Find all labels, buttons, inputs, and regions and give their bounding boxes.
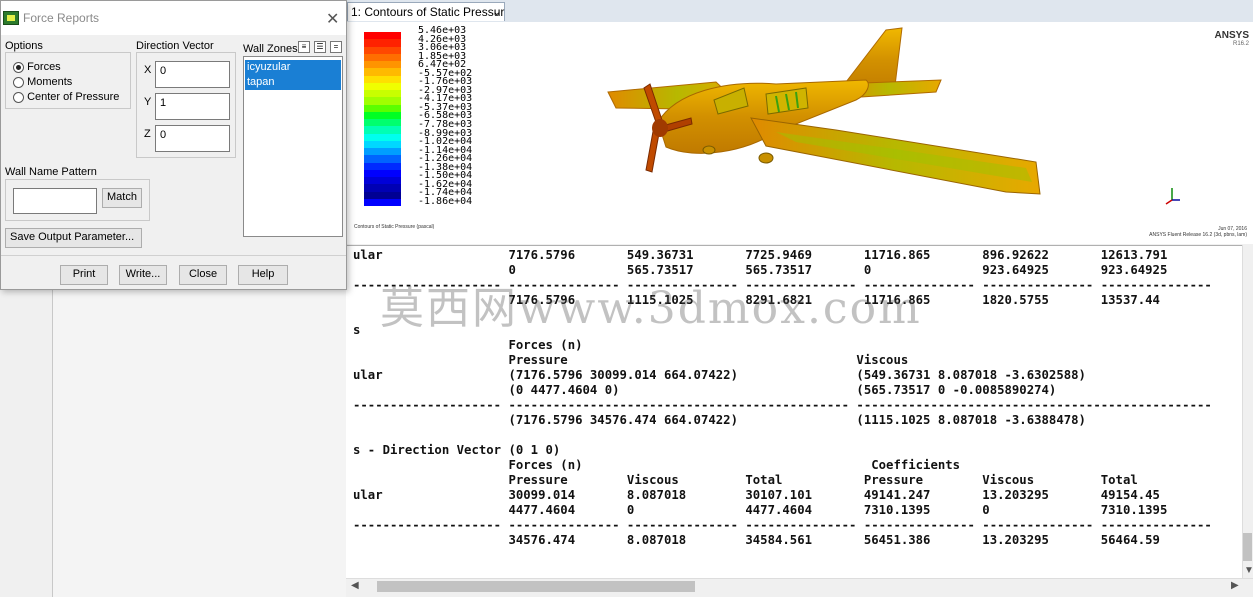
legend-swatch	[364, 75, 401, 83]
legend-swatch	[364, 162, 401, 170]
watermark: 莫西网www.3dmox.com	[380, 283, 922, 334]
axis-x-label: X	[144, 64, 152, 76]
match-button[interactable]: Match	[102, 188, 142, 208]
ansys-version: R16.2	[1232, 41, 1249, 47]
radio-moments-label: Moments	[27, 76, 73, 89]
radio-button[interactable]	[13, 91, 24, 103]
wall-name-pattern-label: Wall Name Pattern	[5, 166, 97, 178]
horizontal-scroll-thumb[interactable]	[377, 581, 695, 592]
legend-swatch	[364, 97, 401, 105]
legend-swatch	[364, 39, 401, 47]
list-item[interactable]: icyuzular	[245, 60, 341, 75]
help-button[interactable]: Help	[238, 265, 288, 285]
chevron-down-icon[interactable]: ⌄	[493, 3, 501, 22]
ansys-logo-text: ANSYS	[1214, 30, 1249, 41]
force-reports-dialog: Force Reports ✕ Options Forces Moments C…	[0, 0, 347, 290]
dialog-title: Force Reports	[23, 11, 100, 25]
direction-vector-label: Direction Vector	[136, 40, 214, 52]
legend-swatch	[364, 184, 401, 192]
list-item[interactable]: tapan	[245, 75, 341, 90]
close-icon[interactable]: ✕	[326, 9, 339, 29]
contour-caption: Contours of Static Pressure (pascal)	[354, 224, 435, 230]
scroll-down-icon[interactable]: ▼	[1244, 565, 1253, 576]
direction-z-field[interactable]: 0	[155, 125, 230, 152]
legend-swatch	[364, 191, 401, 199]
tree-panel	[52, 290, 346, 597]
filter-icon[interactable]: =	[330, 41, 342, 53]
graphics-footer: Jun 07, 2016 ANSYS Fluent Release 16.2 (…	[1149, 226, 1247, 238]
legend-swatch	[364, 82, 401, 90]
tab-graphics-window[interactable]: 1: Contours of Static Pressur ⌄	[347, 2, 505, 21]
legend-swatch	[364, 148, 401, 156]
legend-swatch	[364, 53, 401, 61]
legend-swatch	[364, 104, 401, 112]
axis-y-label: Y	[144, 96, 152, 108]
close-button[interactable]: Close	[179, 265, 227, 285]
select-all-icon[interactable]: ≡	[298, 41, 310, 53]
scroll-right-icon[interactable]: ▶	[1231, 580, 1239, 591]
legend-label: -1.86e+04	[418, 195, 473, 207]
radio-forces-label: Forces	[27, 61, 61, 74]
radio-moments[interactable]: Moments	[13, 76, 72, 88]
radio-center-of-pressure[interactable]: Center of Pressure	[13, 91, 119, 103]
options-label: Options	[5, 40, 43, 52]
fluent-app-icon	[3, 11, 19, 25]
legend-swatch	[364, 126, 401, 134]
legend-swatch	[364, 169, 401, 177]
legend-swatch	[364, 155, 401, 163]
save-output-parameter-button[interactable]: Save Output Parameter...	[5, 228, 142, 248]
legend-swatch	[364, 198, 401, 206]
wall-zones-label: Wall Zones	[243, 43, 298, 55]
deselect-all-icon[interactable]: ☰	[314, 41, 326, 53]
colormap-legend-labels: 5.46e+03 4.26e+03 3.06e+03 1.85e+03 6.47e+02…	[418, 26, 488, 207]
axis-z-label: Z	[144, 128, 151, 140]
legend-swatch	[364, 32, 401, 40]
legend-swatch	[364, 46, 401, 54]
vertical-scroll-thumb[interactable]	[1243, 533, 1252, 561]
direction-x-field[interactable]: 0	[155, 61, 230, 88]
legend-swatch	[364, 61, 401, 69]
colormap-legend	[364, 32, 401, 206]
radio-forces[interactable]: Forces	[13, 61, 61, 73]
write-button[interactable]: Write...	[119, 265, 167, 285]
legend-swatch	[364, 133, 401, 141]
tab-graphics-label: 1: Contours of Static Pressur	[351, 5, 505, 19]
radio-button-selected[interactable]	[13, 61, 24, 73]
wall-zones-list[interactable]: icyuzular tapan	[243, 56, 343, 237]
legend-swatch	[364, 119, 401, 127]
legend-swatch	[364, 111, 401, 119]
scroll-left-icon[interactable]: ◀	[351, 580, 359, 591]
legend-swatch	[364, 177, 401, 185]
radio-button[interactable]	[13, 76, 24, 88]
wall-name-pattern-input[interactable]	[13, 188, 97, 214]
legend-swatch	[364, 90, 401, 98]
console-vertical-scrollbar[interactable]	[1242, 245, 1253, 578]
legend-swatch	[364, 140, 401, 148]
divider	[1, 255, 346, 256]
radio-center-of-pressure-label: Center of Pressure	[27, 91, 120, 104]
direction-y-field[interactable]: 1	[155, 93, 230, 120]
print-button[interactable]: Print	[60, 265, 108, 285]
legend-swatch	[364, 68, 401, 76]
